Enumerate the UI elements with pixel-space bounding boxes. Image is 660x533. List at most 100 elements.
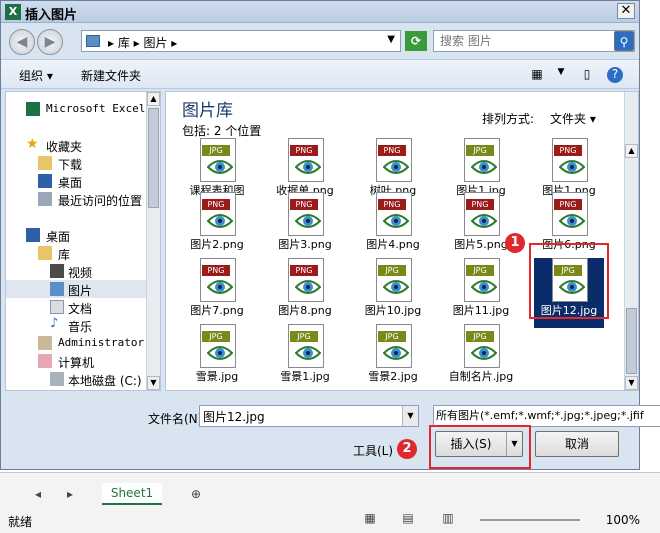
nav-item-recent[interactable]: 最近访问的位置 bbox=[6, 190, 146, 208]
file-type-tag: JPG bbox=[466, 265, 494, 276]
image-file-icon: PNG bbox=[288, 138, 324, 182]
scroll-thumb[interactable] bbox=[626, 308, 637, 374]
breadcrumb[interactable]: ▸ 库 ▸ 图片 ▸ bbox=[108, 34, 177, 51]
image-file-icon: PNG bbox=[376, 138, 412, 182]
cancel-button[interactable]: 取消 bbox=[535, 431, 619, 457]
scroll-down-icon[interactable]: ▼ bbox=[625, 376, 638, 390]
file-item[interactable]: JPG 图片10.jpg bbox=[358, 258, 428, 328]
file-item[interactable]: PNG 图片7.png bbox=[182, 258, 252, 328]
eye-icon bbox=[559, 160, 585, 174]
zoom-level[interactable]: 100% bbox=[606, 513, 640, 527]
file-name: 图片4.png bbox=[366, 238, 420, 251]
close-button[interactable]: ✕ bbox=[617, 3, 635, 19]
file-type-filter[interactable]: 所有图片(*.emf;*.wmf;*.jpg;*.jpeg;*.jfif bbox=[433, 405, 660, 427]
nav-item-music[interactable]: ♪ 音乐 bbox=[6, 316, 146, 334]
file-type-tag: JPG bbox=[466, 145, 494, 156]
file-item[interactable]: PNG 图片4.png bbox=[358, 192, 428, 262]
image-file-icon: JPG bbox=[464, 138, 500, 182]
computer-icon bbox=[38, 354, 52, 368]
navigation-pane: Microsoft Excel ★ 收藏夹 下载 桌面 最近访问的位置 桌面 库 bbox=[5, 91, 161, 391]
nav-item-desktop-fav[interactable]: 桌面 bbox=[6, 172, 146, 190]
document-icon bbox=[50, 300, 64, 314]
forward-button[interactable]: ▶ bbox=[37, 29, 63, 55]
search-input[interactable] bbox=[440, 33, 610, 49]
filename-input[interactable] bbox=[203, 408, 399, 424]
nav-item-computer[interactable]: 计算机 bbox=[6, 352, 146, 370]
page-break-icon[interactable]: ▥ bbox=[440, 511, 456, 527]
chevron-down-icon[interactable]: ▼ bbox=[387, 34, 395, 45]
zoom-slider[interactable] bbox=[480, 519, 580, 521]
sheet-tab[interactable]: Sheet1 bbox=[102, 483, 162, 505]
page-layout-icon[interactable]: ▤ bbox=[400, 511, 416, 527]
file-type-tag: JPG bbox=[290, 331, 318, 342]
scroll-down-icon[interactable]: ▼ bbox=[147, 376, 160, 390]
file-item[interactable]: JPG 雪景2.jpg bbox=[358, 324, 428, 390]
nav-item-excel[interactable]: Microsoft Excel bbox=[6, 100, 146, 118]
chevron-down-icon[interactable]: ▼ bbox=[553, 67, 569, 83]
file-item[interactable]: PNG 图片2.png bbox=[182, 192, 252, 262]
new-folder-button[interactable]: 新建文件夹 bbox=[81, 67, 141, 84]
scroll-thumb[interactable] bbox=[148, 108, 159, 208]
file-type-tag: PNG bbox=[378, 199, 406, 210]
scroll-up-icon[interactable]: ▲ bbox=[625, 144, 638, 158]
nav-scrollbar[interactable]: ▲ ▼ bbox=[146, 92, 160, 390]
recent-icon bbox=[38, 192, 52, 206]
file-item[interactable]: JPG 自制名片.jpg bbox=[446, 324, 516, 390]
search-box[interactable]: ⚲ bbox=[433, 30, 635, 52]
nav-item-videos[interactable]: 视频 bbox=[6, 262, 146, 280]
organize-menu[interactable]: 组织 ▾ bbox=[19, 67, 53, 84]
back-button[interactable]: ◀ bbox=[9, 29, 35, 55]
tools-menu[interactable]: 工具(L) ▾ bbox=[353, 442, 403, 459]
help-icon[interactable]: ? bbox=[607, 67, 623, 83]
nav-item-downloads[interactable]: 下载 bbox=[6, 154, 146, 172]
nav-item-libraries[interactable]: 库 bbox=[6, 244, 146, 262]
add-sheet-icon[interactable]: ⊕ bbox=[188, 487, 204, 503]
file-item[interactable]: PNG 图片8.png bbox=[270, 258, 340, 328]
eye-icon bbox=[295, 160, 321, 174]
prev-sheet-icon[interactable]: ◂ bbox=[30, 487, 46, 503]
file-item[interactable]: PNG 图片5.png bbox=[446, 192, 516, 262]
file-type-tag: PNG bbox=[554, 199, 582, 210]
search-icon[interactable]: ⚲ bbox=[614, 31, 634, 51]
file-name: 雪景1.jpg bbox=[280, 370, 330, 383]
filename-field[interactable]: ▼ bbox=[199, 405, 419, 427]
chevron-down-icon[interactable]: ▼ bbox=[402, 406, 418, 426]
file-name: 图片2.png bbox=[190, 238, 244, 251]
image-file-icon: PNG bbox=[552, 192, 588, 236]
preview-pane-icon[interactable]: ▯ bbox=[579, 67, 595, 83]
nav-item-favorites[interactable]: ★ 收藏夹 bbox=[6, 136, 146, 154]
sort-dropdown[interactable]: 文件夹 ▾ bbox=[550, 110, 596, 127]
nav-item-desktop[interactable]: 桌面 bbox=[6, 226, 146, 244]
address-bar[interactable]: ▸ 库 ▸ 图片 ▸ ▼ bbox=[81, 30, 401, 52]
eye-icon bbox=[207, 214, 233, 228]
file-item[interactable]: JPG 图片11.jpg bbox=[446, 258, 516, 328]
insert-button[interactable]: 插入(S) ▼ bbox=[435, 431, 523, 457]
library-subtitle: 包括: 2 个位置 bbox=[182, 124, 262, 138]
nav-item-documents[interactable]: 文档 bbox=[6, 298, 146, 316]
normal-view-icon[interactable]: ▦ bbox=[362, 511, 378, 527]
file-item[interactable]: PNG 图片3.png bbox=[270, 192, 340, 262]
nav-item-pictures[interactable]: 图片 bbox=[6, 280, 146, 298]
desktop-icon bbox=[38, 174, 52, 188]
chevron-down-icon[interactable]: ▼ bbox=[506, 432, 522, 456]
file-type-tag: JPG bbox=[378, 265, 406, 276]
refresh-icon[interactable]: ⟳ bbox=[405, 31, 427, 51]
image-file-icon: PNG bbox=[288, 192, 324, 236]
file-item[interactable]: JPG 雪景.jpg bbox=[182, 324, 252, 390]
file-type-tag: PNG bbox=[202, 265, 230, 276]
eye-icon bbox=[383, 280, 409, 294]
view-options-icon[interactable]: ▦ bbox=[529, 67, 545, 83]
step-badge-2: 2 bbox=[397, 439, 417, 459]
user-icon bbox=[38, 336, 52, 350]
scroll-up-icon[interactable]: ▲ bbox=[147, 92, 160, 106]
file-name: 图片11.jpg bbox=[452, 304, 510, 317]
eye-icon bbox=[295, 346, 321, 360]
nav-item-local-disk[interactable]: 本地磁盘 (C:) bbox=[6, 370, 146, 388]
library-folder-icon bbox=[86, 35, 100, 47]
next-sheet-icon[interactable]: ▸ bbox=[62, 487, 78, 503]
nav-item-administrator[interactable]: Administrator bbox=[6, 334, 146, 352]
file-scrollbar[interactable]: ▲ ▼ bbox=[624, 92, 638, 390]
eye-icon bbox=[207, 280, 233, 294]
file-item[interactable]: JPG 雪景1.jpg bbox=[270, 324, 340, 390]
desktop-icon bbox=[26, 228, 40, 242]
